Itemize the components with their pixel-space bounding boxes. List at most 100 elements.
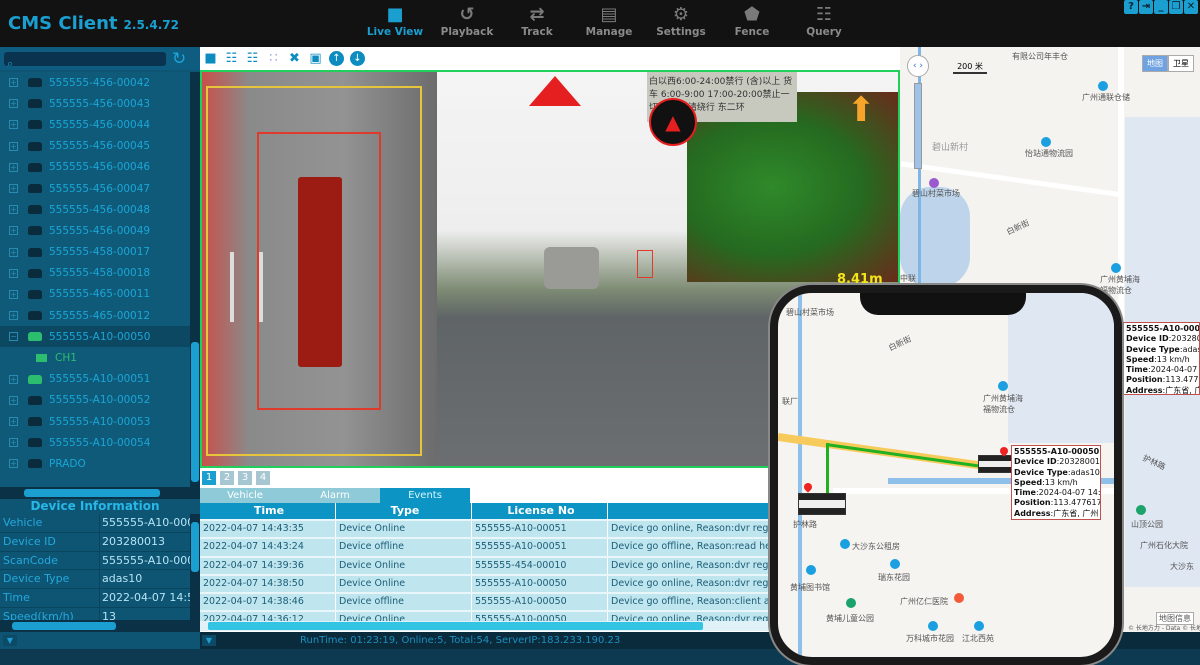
tree-item[interactable]: +555555-A10-00053 xyxy=(0,411,190,432)
collapse-bottom-button[interactable]: ▼ xyxy=(202,635,216,646)
table-cell: Device offline xyxy=(336,539,472,556)
layout-4-icon[interactable]: ☷ xyxy=(224,51,239,66)
arrow-up-circle-icon[interactable]: ↑ xyxy=(329,51,344,66)
fullscreen-icon[interactable]: ✖ xyxy=(287,51,302,66)
close-button[interactable]: ✕ xyxy=(1184,0,1198,14)
scroll-thumb[interactable] xyxy=(24,489,160,497)
page-button-2[interactable]: 2 xyxy=(220,471,234,485)
tree-item[interactable]: − 555555-A10-00050 xyxy=(0,326,190,348)
expand-icon[interactable]: + xyxy=(9,459,18,469)
channel-item[interactable]: CH1 xyxy=(0,347,190,368)
map-label: 广州石化大院 xyxy=(1140,541,1188,550)
tree-item[interactable]: +555555-456-00044 xyxy=(0,114,190,135)
layout-16-icon[interactable]: ∷ xyxy=(266,51,281,66)
expand-icon[interactable]: + xyxy=(9,78,18,88)
camera-icon xyxy=(36,354,47,363)
snapshot-camera-icon[interactable]: ▣ xyxy=(308,51,323,66)
expand-icon[interactable]: + xyxy=(9,226,18,236)
tree-vertical-scrollbar[interactable] xyxy=(190,72,200,487)
map-type-satellite[interactable]: 卫星 xyxy=(1168,55,1194,72)
tree-item[interactable]: +555555-A10-00054 xyxy=(0,432,190,453)
expand-icon[interactable]: + xyxy=(9,162,18,172)
popup-value: 广东省, 广州 xyxy=(1053,508,1099,518)
map-zoom-slider[interactable] xyxy=(914,83,922,169)
logout-button[interactable]: ⇥ xyxy=(1139,0,1153,14)
nav-settings[interactable]: ⚙ Settings xyxy=(643,4,719,38)
nav-playback[interactable]: ↺ Playback xyxy=(429,4,505,38)
tab-events[interactable]: Events xyxy=(380,488,470,503)
tree-item[interactable]: +555555-456-00042 xyxy=(0,72,190,93)
tree-item[interactable]: +555555-456-00043 xyxy=(0,93,190,114)
collapse-panel-button[interactable]: ▼ xyxy=(3,635,17,646)
tree-item[interactable]: +555555-465-00011 xyxy=(0,284,190,305)
tree-item[interactable]: +555555-456-00049 xyxy=(0,220,190,241)
expand-icon[interactable]: + xyxy=(9,311,18,321)
nav-manage[interactable]: ▤ Manage xyxy=(571,4,647,38)
map-type-map[interactable]: 地图 xyxy=(1142,55,1168,72)
expand-icon[interactable]: + xyxy=(9,120,18,130)
table-cell: 2022-04-07 14:36:12 xyxy=(200,612,336,621)
tree-item[interactable]: +555555-456-00048 xyxy=(0,199,190,220)
expand-icon[interactable]: + xyxy=(9,184,18,194)
expand-icon[interactable]: + xyxy=(9,289,18,299)
vehicle-info-popup: 555555-A10-00050Device ID:203280013Devic… xyxy=(1011,445,1101,520)
collapse-icon[interactable]: − xyxy=(9,332,18,342)
help-button[interactable]: ? xyxy=(1124,0,1138,14)
expand-icon[interactable]: + xyxy=(9,141,18,151)
expand-icon[interactable]: + xyxy=(9,247,18,257)
nav-track[interactable]: ⇄ Track xyxy=(499,4,575,38)
poi-icon xyxy=(928,621,938,631)
column-header[interactable]: License No xyxy=(472,503,608,520)
tree-item[interactable]: +555555-A10-00052 xyxy=(0,390,190,411)
scroll-thumb[interactable] xyxy=(191,522,199,572)
tree-item[interactable]: +555555-458-00018 xyxy=(0,263,190,284)
page-button-3[interactable]: 3 xyxy=(238,471,252,485)
column-header[interactable]: Type xyxy=(336,503,472,520)
expand-icon[interactable]: + xyxy=(9,395,18,405)
restore-button[interactable]: ❐ xyxy=(1169,0,1183,14)
map-label: 中联 xyxy=(900,274,916,283)
tree-item[interactable]: +555555-A10-00051 xyxy=(0,369,190,390)
table-cell: Device Online xyxy=(336,521,472,538)
nav-query[interactable]: ☷ Query xyxy=(786,4,862,38)
tree-item[interactable]: +555555-456-00045 xyxy=(0,136,190,157)
pedestrian-detection-box xyxy=(637,250,653,278)
layout-1-icon[interactable]: ■ xyxy=(203,51,218,66)
tree-item[interactable]: +555555-456-00046 xyxy=(0,157,190,178)
device-info-vertical-scrollbar[interactable] xyxy=(190,514,200,620)
scroll-thumb[interactable] xyxy=(12,622,116,630)
search-input[interactable]: ⌕ xyxy=(4,52,166,70)
expand-icon[interactable]: + xyxy=(9,99,18,109)
map-label: 瑞东花园 xyxy=(878,573,910,582)
expand-icon[interactable]: + xyxy=(9,417,18,427)
tree-horizontal-scrollbar[interactable] xyxy=(0,487,200,499)
map-scale: 200 米 xyxy=(953,61,987,74)
tree-item[interactable]: +555555-465-00012 xyxy=(0,305,190,326)
map-pan-control[interactable]: ‹ › xyxy=(907,55,929,77)
minimize-button[interactable]: _ xyxy=(1154,0,1168,14)
tree-item[interactable]: +555555-458-00017 xyxy=(0,242,190,263)
expand-icon[interactable]: + xyxy=(9,205,18,215)
scroll-thumb[interactable] xyxy=(208,622,703,630)
tree-item[interactable]: + PRADO xyxy=(0,453,190,474)
page-button-4[interactable]: 4 xyxy=(256,471,270,485)
nav-live-view[interactable]: ■ Live View xyxy=(357,4,433,38)
page-button-1[interactable]: 1 xyxy=(202,471,216,485)
tab-vehicle[interactable]: Vehicle xyxy=(200,488,290,503)
tab-alarm[interactable]: Alarm xyxy=(290,488,380,503)
column-header[interactable]: Time xyxy=(200,503,336,520)
refresh-icon[interactable]: ↻ xyxy=(172,49,186,69)
arrow-down-circle-icon[interactable]: ↓ xyxy=(350,51,365,66)
expand-icon[interactable]: + xyxy=(9,438,18,448)
layout-9-icon[interactable]: ☷ xyxy=(245,51,260,66)
tree-item[interactable]: +555555-456-00047 xyxy=(0,178,190,199)
nav-label: Live View xyxy=(366,26,424,38)
device-info-horizontal-scrollbar[interactable] xyxy=(0,620,200,632)
nav-fence[interactable]: ⬟ Fence xyxy=(714,4,790,38)
popup-line: Time:2024-04-07 14:5 xyxy=(1014,488,1100,498)
table-cell: 555555-A10-00050 xyxy=(472,612,608,621)
popup-key: Position xyxy=(1014,498,1051,508)
expand-icon[interactable]: + xyxy=(9,374,18,384)
expand-icon[interactable]: + xyxy=(9,268,18,278)
scroll-thumb[interactable] xyxy=(191,342,199,482)
